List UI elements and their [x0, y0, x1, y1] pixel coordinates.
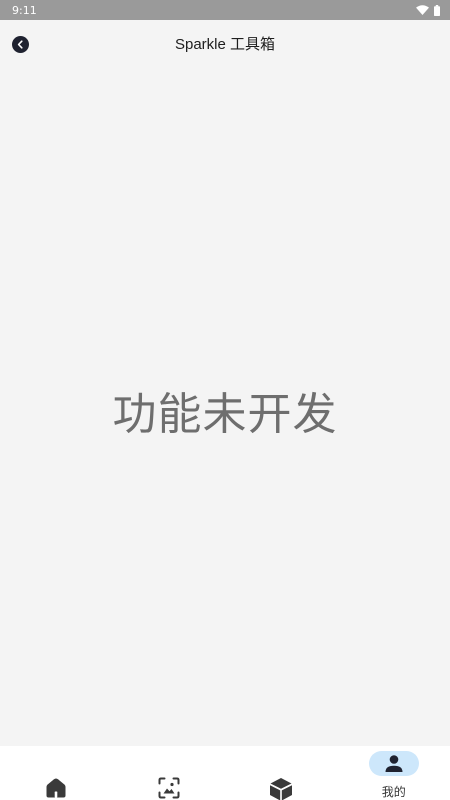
bottom-navigation: 我的 [0, 746, 450, 800]
battery-icon [434, 4, 440, 16]
box-icon [270, 778, 293, 800]
status-time: 9:11 [12, 3, 37, 17]
status-icons [416, 4, 440, 16]
active-indicator [368, 751, 419, 776]
nav-item-home[interactable] [0, 746, 113, 800]
image-icon [158, 777, 180, 799]
nav-item-box[interactable] [225, 746, 338, 800]
nav-item-mine[interactable]: 我的 [338, 746, 450, 800]
nav-item-image[interactable] [113, 746, 226, 800]
page-title: Sparkle 工具箱 [174, 36, 276, 53]
nav-label-mine: 我的 [381, 785, 406, 799]
screen: 9:11 Sparkle 工具箱 功能未开发 我的 [0, 0, 450, 800]
status-bar: 9:11 [0, 0, 450, 20]
person-icon [385, 754, 403, 772]
home-icon [46, 778, 66, 798]
wifi-icon [416, 5, 429, 15]
app-bar: Sparkle 工具箱 [0, 20, 450, 68]
not-implemented-message: 功能未开发 [112, 389, 338, 440]
